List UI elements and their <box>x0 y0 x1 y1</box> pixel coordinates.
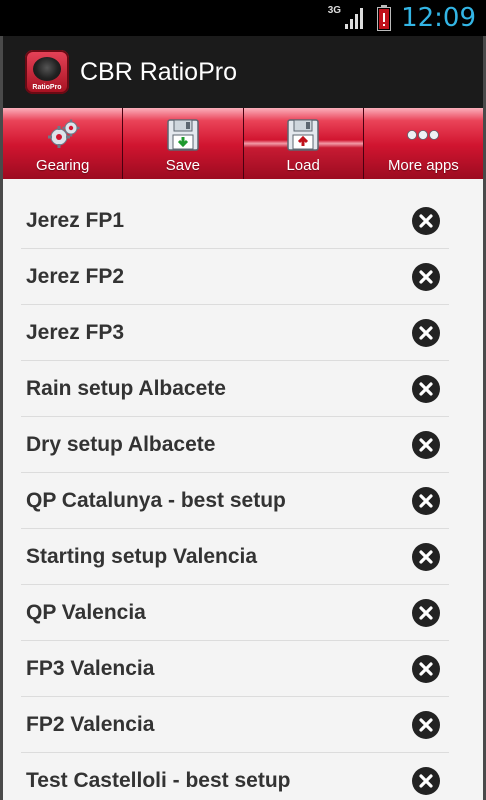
setup-name: QP Catalunya - best setup <box>26 488 286 512</box>
list-item[interactable]: FP2 Valencia <box>21 697 449 753</box>
setup-name: Jerez FP2 <box>26 264 125 288</box>
delete-icon[interactable] <box>411 654 441 684</box>
gearing-label: Gearing <box>35 157 90 174</box>
setup-list[interactable]: Jerez FP1 Jerez FP2 Jerez FP3 Rain setup… <box>3 179 483 800</box>
delete-icon[interactable] <box>411 710 441 740</box>
signal-icon <box>345 8 364 29</box>
clock: 12:09 <box>401 3 476 33</box>
save-button[interactable]: Save <box>123 108 244 179</box>
more-apps-label: More apps <box>387 157 459 174</box>
setup-name: Jerez FP1 <box>26 208 125 232</box>
logo-text: RatioPro <box>32 84 62 91</box>
list-item[interactable]: Test Castelloli - best setup <box>21 753 449 800</box>
list-item[interactable]: Rain setup Albacete <box>21 361 449 417</box>
delete-icon[interactable] <box>411 766 441 796</box>
list-item[interactable]: Jerez FP2 <box>21 249 449 305</box>
setup-name: FP3 Valencia <box>26 656 155 680</box>
delete-icon[interactable] <box>411 374 441 404</box>
network-type: 3G <box>327 4 342 16</box>
more-icon <box>407 130 440 140</box>
setup-name: QP Valencia <box>26 600 146 624</box>
setup-name: Rain setup Albacete <box>26 376 226 400</box>
setup-name: Test Castelloli - best setup <box>26 769 291 792</box>
toolbar: Gearing Save Load More apps <box>3 108 483 179</box>
setup-name: Starting setup Valencia <box>26 544 258 568</box>
setup-name: Jerez FP3 <box>26 320 125 344</box>
app-logo-icon[interactable]: RatioPro <box>25 50 69 94</box>
status-bar: 3G 12:09 <box>0 0 486 36</box>
more-apps-button[interactable]: More apps <box>363 108 483 179</box>
setup-name: FP2 Valencia <box>26 712 155 736</box>
delete-icon[interactable] <box>411 430 441 460</box>
list-item[interactable]: Jerez FP1 <box>21 193 449 249</box>
delete-icon[interactable] <box>411 598 441 628</box>
load-label: Load <box>286 157 320 174</box>
list-item[interactable]: Starting setup Valencia <box>21 529 449 585</box>
battery-icon <box>377 5 392 31</box>
delete-icon[interactable] <box>411 486 441 516</box>
delete-icon[interactable] <box>411 206 441 236</box>
logo-dial <box>33 57 61 81</box>
load-icon <box>287 119 319 151</box>
gears-icon <box>47 119 80 148</box>
list-item[interactable]: FP3 Valencia <box>21 641 449 697</box>
gearing-button[interactable]: Gearing <box>3 108 124 179</box>
delete-icon[interactable] <box>411 262 441 292</box>
save-icon <box>167 119 199 151</box>
delete-icon[interactable] <box>411 318 441 348</box>
list-item[interactable]: Dry setup Albacete <box>21 417 449 473</box>
load-button[interactable]: Load <box>243 108 364 179</box>
save-label: Save <box>165 157 200 174</box>
list-item[interactable]: QP Catalunya - best setup <box>21 473 449 529</box>
delete-icon[interactable] <box>411 542 441 572</box>
action-bar: RatioPro CBR RatioPro <box>3 36 483 108</box>
list-item[interactable]: QP Valencia <box>21 585 449 641</box>
list-item[interactable]: Jerez FP3 <box>21 305 449 361</box>
app-title: CBR RatioPro <box>80 57 237 86</box>
setup-name: Dry setup Albacete <box>26 432 216 456</box>
